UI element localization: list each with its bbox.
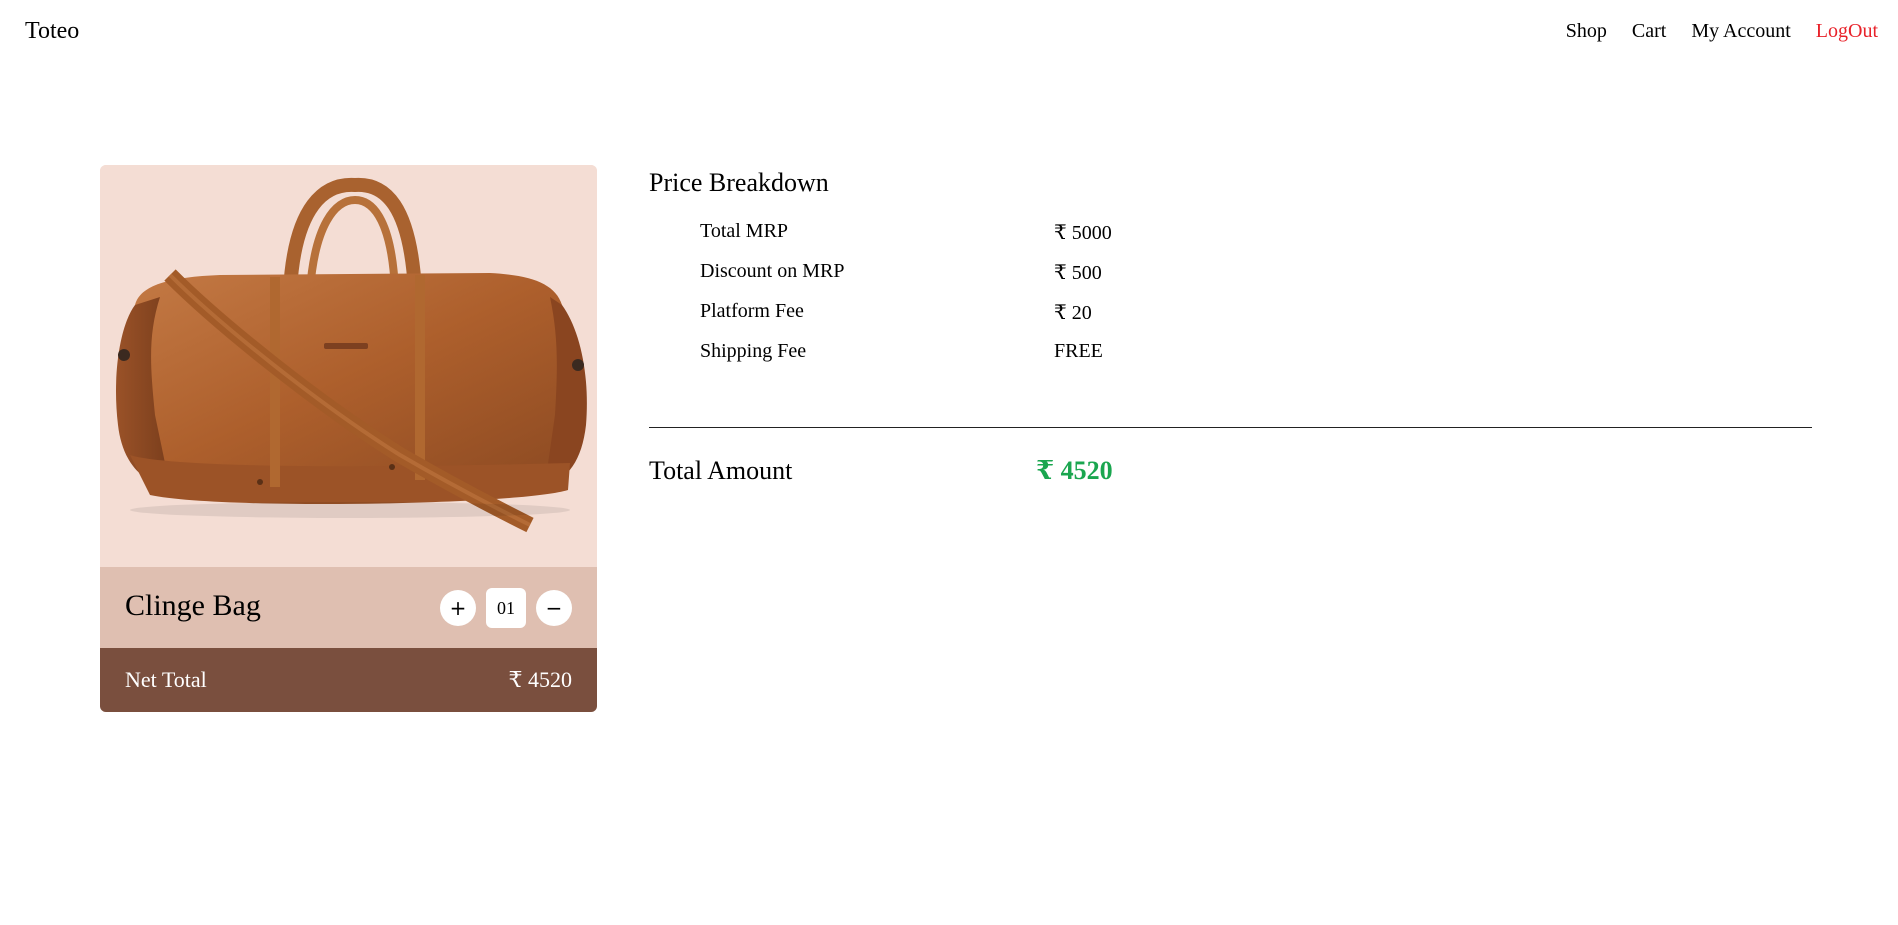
- nav-logout-link[interactable]: LogOut: [1816, 20, 1878, 43]
- product-image: [100, 165, 597, 567]
- price-row-value: ₹ 5000: [1054, 222, 1112, 244]
- navbar: Toteo Shop Cart My Account LogOut: [0, 0, 1898, 64]
- total-amount-row: Total Amount ₹ 4520: [649, 456, 1812, 496]
- price-row-value: ₹ 20: [1054, 302, 1092, 324]
- price-breakdown-title: Price Breakdown: [649, 168, 829, 197]
- breakdown-divider: [649, 427, 1812, 428]
- quantity-stepper: + 01 −: [440, 588, 572, 628]
- duffel-bag-image: [115, 177, 587, 533]
- nav-cart-link[interactable]: Cart: [1632, 20, 1666, 43]
- price-row: Total MRP ₹ 5000: [700, 220, 1812, 260]
- nav-links: Shop Cart My Account LogOut: [1541, 20, 1878, 43]
- cart-item-card: Clinge Bag + 01 − Net Total ₹ 4520: [100, 165, 597, 712]
- nav-shop-link[interactable]: Shop: [1566, 20, 1607, 43]
- price-row: Platform Fee ₹ 20: [700, 300, 1812, 340]
- cart-item-info: Clinge Bag + 01 −: [100, 567, 597, 648]
- price-row-label: Total MRP: [700, 220, 789, 242]
- net-total-bar: Net Total ₹ 4520: [100, 648, 597, 712]
- price-row: Discount on MRP ₹ 500: [700, 260, 1812, 300]
- price-row-value: ₹ 500: [1054, 262, 1102, 284]
- price-row-label: Platform Fee: [700, 300, 804, 322]
- price-row-value: FREE: [1054, 340, 1103, 362]
- increase-quantity-button[interactable]: +: [440, 590, 476, 626]
- decrease-quantity-button[interactable]: −: [536, 590, 572, 626]
- net-total-value: ₹ 4520: [508, 667, 573, 692]
- price-breakdown-rows: Total MRP ₹ 5000 Discount on MRP ₹ 500 P…: [700, 220, 1812, 380]
- price-breakdown: Price Breakdown Total MRP ₹ 5000 Discoun…: [649, 168, 1812, 485]
- product-name: Clinge Bag: [125, 589, 261, 622]
- brand-logo[interactable]: Toteo: [25, 18, 79, 45]
- price-row: Shipping Fee FREE: [700, 340, 1812, 380]
- net-total-label: Net Total: [125, 667, 207, 692]
- quantity-value: 01: [486, 588, 526, 628]
- price-row-label: Discount on MRP: [700, 260, 845, 282]
- price-row-label: Shipping Fee: [700, 340, 807, 362]
- total-amount-value: ₹ 4520: [1036, 456, 1113, 485]
- total-amount-label: Total Amount: [649, 456, 793, 485]
- nav-account-link[interactable]: My Account: [1691, 20, 1790, 43]
